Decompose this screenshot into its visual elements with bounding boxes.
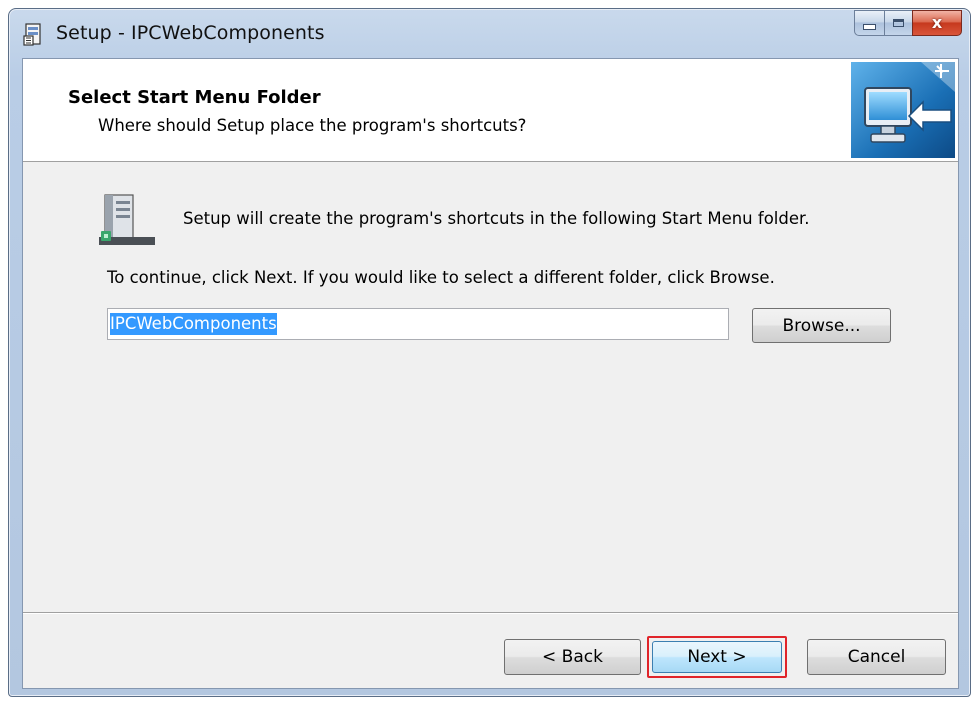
title-bar[interactable]: Setup - IPCWebComponents x: [9, 9, 970, 57]
instruction-text: To continue, click Next. If you would li…: [107, 268, 775, 287]
page-subtitle: Where should Setup place the program's s…: [98, 116, 527, 135]
computer-shortcut-icon: [851, 62, 955, 158]
footer-separator: [23, 612, 958, 614]
start-menu-folder-icon: [99, 194, 155, 245]
minimize-icon: [863, 24, 876, 30]
wizard-header: Select Start Menu Folder Where should Se…: [23, 59, 958, 162]
setup-window: Setup - IPCWebComponents x Select Start …: [8, 8, 971, 697]
back-button[interactable]: < Back: [504, 639, 641, 675]
window-title: Setup - IPCWebComponents: [56, 22, 325, 44]
page-title: Select Start Menu Folder: [68, 87, 321, 108]
setup-app-icon: [23, 23, 41, 46]
folder-input-value: IPCWebComponents: [110, 313, 277, 335]
next-button-label: Next >: [652, 641, 782, 673]
close-icon: x: [931, 13, 943, 32]
cancel-button[interactable]: Cancel: [807, 639, 946, 675]
maximize-icon: [893, 19, 904, 27]
minimize-button[interactable]: [854, 10, 884, 36]
close-button[interactable]: x: [912, 10, 962, 36]
maximize-button[interactable]: [884, 10, 912, 36]
browse-button[interactable]: Browse...: [752, 308, 891, 343]
caption-buttons: x: [854, 10, 962, 36]
wizard-client-area: Select Start Menu Folder Where should Se…: [22, 58, 959, 689]
start-menu-folder-input[interactable]: IPCWebComponents: [107, 308, 729, 340]
next-button[interactable]: Next >: [647, 636, 787, 678]
description-text: Setup will create the program's shortcut…: [183, 209, 810, 228]
